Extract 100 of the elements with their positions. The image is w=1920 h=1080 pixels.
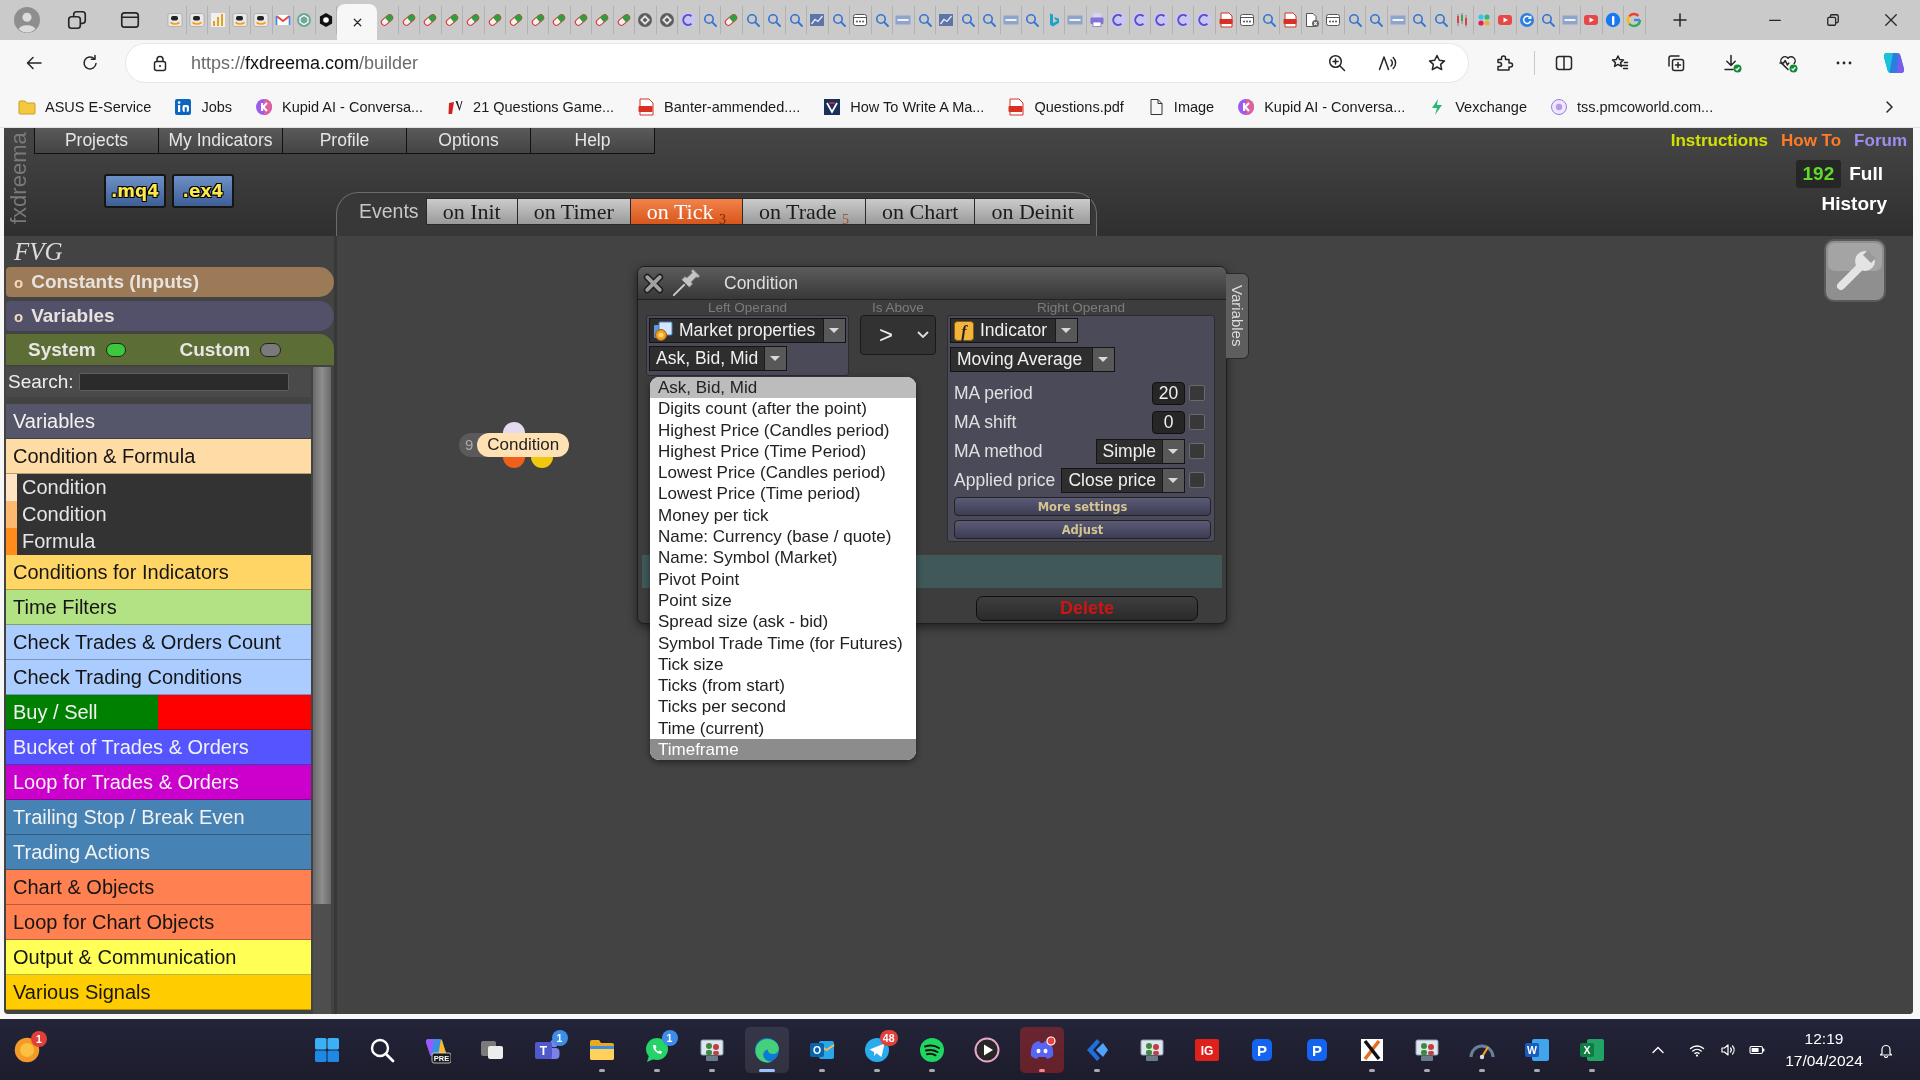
dropdown-option[interactable]: Highest Price (Time Period) xyxy=(650,440,916,463)
dropdown-option[interactable]: Spread size (ask - bid) xyxy=(650,611,916,633)
menu-item[interactable]: Projects xyxy=(34,128,159,154)
split-screen-icon[interactable] xyxy=(1554,53,1574,73)
param-select[interactable]: Simple xyxy=(1095,438,1185,464)
taskbar-button[interactable] xyxy=(744,1026,789,1073)
block-category[interactable]: Trailing Stop / Break Even xyxy=(6,800,311,835)
block-item[interactable]: Condition xyxy=(6,501,311,528)
checkbox[interactable] xyxy=(1189,414,1205,430)
section-header[interactable]: o Variables xyxy=(6,301,334,331)
block-category[interactable]: Trading Actions xyxy=(6,835,311,870)
taskbar-button[interactable]: W xyxy=(1514,1026,1559,1073)
variables-tab[interactable]: Variables xyxy=(1226,273,1249,359)
taskbar-button[interactable]: IG xyxy=(1184,1026,1229,1073)
block-category[interactable]: Bucket of Trades & Orders xyxy=(6,730,311,765)
param-select[interactable]: Close price xyxy=(1061,467,1185,493)
bookmark-link[interactable]: ASUS E-Service xyxy=(12,91,158,122)
bookmark-link[interactable]: Kupid AI - Conversa... xyxy=(1231,91,1412,122)
dropdown-option[interactable]: Ticks (from start) xyxy=(650,675,916,697)
block-category[interactable]: Loop for Chart Objects xyxy=(6,905,311,940)
checkbox[interactable] xyxy=(1189,385,1205,401)
bookmark-link[interactable]: tss.pmcoworld.com... xyxy=(1544,91,1720,122)
browser-tab[interactable] xyxy=(186,6,208,34)
block-category[interactable]: Check Trades & Orders Count xyxy=(6,625,311,660)
toggle-switch[interactable] xyxy=(260,342,281,357)
panel-button[interactable]: Adjust xyxy=(954,520,1211,539)
dropdown-option[interactable]: Ticks per second xyxy=(650,696,916,718)
param-input[interactable]: 20 xyxy=(1152,381,1185,405)
collections-icon[interactable] xyxy=(1666,53,1686,73)
close-icon[interactable] xyxy=(1884,13,1898,27)
zoom-in-icon[interactable] xyxy=(1327,53,1347,73)
heart-pulse-icon[interactable] xyxy=(1778,53,1798,73)
panel-button[interactable]: More settings xyxy=(954,497,1211,516)
block-node[interactable]: Condition xyxy=(477,433,570,457)
header-link[interactable]: How To xyxy=(1781,131,1842,151)
taskbar-button[interactable]: P xyxy=(1239,1026,1284,1073)
taskbar-button[interactable]: O xyxy=(799,1026,844,1073)
checkbox[interactable] xyxy=(1189,443,1205,459)
dropdown-option[interactable]: Point size xyxy=(650,589,916,612)
close-icon[interactable] xyxy=(643,272,664,294)
dropdown-option[interactable]: Lowest Price (Candles period) xyxy=(650,462,916,484)
event-tab[interactable]: on Trade $_{5}$ xyxy=(741,198,867,225)
block-item[interactable]: Condition xyxy=(6,474,311,501)
menu-item[interactable]: Help xyxy=(530,128,655,154)
refresh-icon[interactable] xyxy=(80,53,100,73)
scrollbar[interactable] xyxy=(313,367,331,1014)
download-icon[interactable] xyxy=(1722,53,1742,73)
block-category[interactable]: Condition & Formula xyxy=(6,439,311,474)
taskbar-button[interactable] xyxy=(1019,1026,1064,1073)
plus-icon[interactable] xyxy=(1671,12,1688,28)
dropdown-option[interactable]: Money per tick xyxy=(650,504,916,527)
widgets-button[interactable]: 1 xyxy=(7,1029,47,1070)
taskbar-button[interactable]: X xyxy=(1569,1026,1614,1073)
bookmark-link[interactable]: Questions.pdf xyxy=(1001,91,1130,122)
block-category[interactable]: Check Trading Conditions xyxy=(6,660,311,695)
clock-button[interactable]: 12:19 17/04/2024 xyxy=(1781,1027,1867,1072)
address-field[interactable]: https://fxdreema.com/builder xyxy=(126,44,1468,82)
source-select[interactable]: f Indicator xyxy=(950,318,1078,343)
menu-item[interactable]: My Indicators xyxy=(158,128,283,154)
block-category[interactable]: Various Signals xyxy=(6,975,311,1010)
bookmark-link[interactable]: Vexchange xyxy=(1422,91,1533,122)
wrench-icon[interactable] xyxy=(1824,239,1886,302)
block-item[interactable]: Formula xyxy=(6,528,311,555)
history-link[interactable]: History xyxy=(1821,193,1887,215)
dropdown-option[interactable]: Name: Symbol (Market) xyxy=(650,547,916,569)
event-tab[interactable]: on Chart xyxy=(865,198,976,225)
block-category[interactable]: Conditions for Indicators xyxy=(6,555,311,590)
operator-select[interactable]: > xyxy=(860,315,936,355)
block-category[interactable]: Output & Communication xyxy=(6,940,311,975)
export-button[interactable]: .ex4 xyxy=(172,174,234,208)
browser-tab[interactable] xyxy=(229,6,251,34)
event-tab[interactable]: on Init xyxy=(425,198,518,225)
browser-tab[interactable] xyxy=(251,6,273,34)
source-select[interactable]: Market properties xyxy=(649,318,846,343)
event-tab[interactable]: on Deinit xyxy=(974,198,1091,225)
taskbar-button[interactable]: 48 xyxy=(854,1026,899,1073)
dropdown-option[interactable]: Pivot Point xyxy=(650,568,916,590)
header-link[interactable]: Instructions xyxy=(1670,131,1768,151)
menu-item[interactable]: Options xyxy=(406,128,531,154)
dropdown-option[interactable]: Digits count (after the point) xyxy=(650,398,916,420)
profile-icon[interactable] xyxy=(14,7,40,33)
restore-icon[interactable] xyxy=(1826,13,1840,27)
dropdown-option[interactable]: Highest Price (Candles period) xyxy=(650,419,916,441)
block-category[interactable]: Loop for Trades & Orders xyxy=(6,765,311,800)
taskbar-button[interactable]: T 1 xyxy=(524,1026,569,1073)
read-aloud-icon[interactable] xyxy=(1377,53,1397,73)
window-icon[interactable] xyxy=(119,9,141,31)
dropdown-option[interactable]: Time (current) xyxy=(650,717,916,740)
bookmark-link[interactable]: Jobs xyxy=(168,91,238,122)
bookmark-link[interactable]: Image xyxy=(1140,91,1221,122)
param-input[interactable]: 0 xyxy=(1152,410,1185,434)
puzzle-icon[interactable] xyxy=(1494,53,1514,73)
block-category[interactable]: Time Filters xyxy=(6,590,311,625)
property-select[interactable]: Ask, Bid, Mid xyxy=(649,346,787,371)
bookmark-link[interactable]: Kupid AI - Conversa... xyxy=(249,91,430,122)
search-field[interactable] xyxy=(79,373,290,391)
toggle-switch[interactable] xyxy=(105,342,127,357)
pin-icon[interactable] xyxy=(671,268,701,298)
browser-tab[interactable] xyxy=(1237,6,1259,34)
bookmark-link[interactable]: How To Write A Ma... xyxy=(817,91,991,122)
